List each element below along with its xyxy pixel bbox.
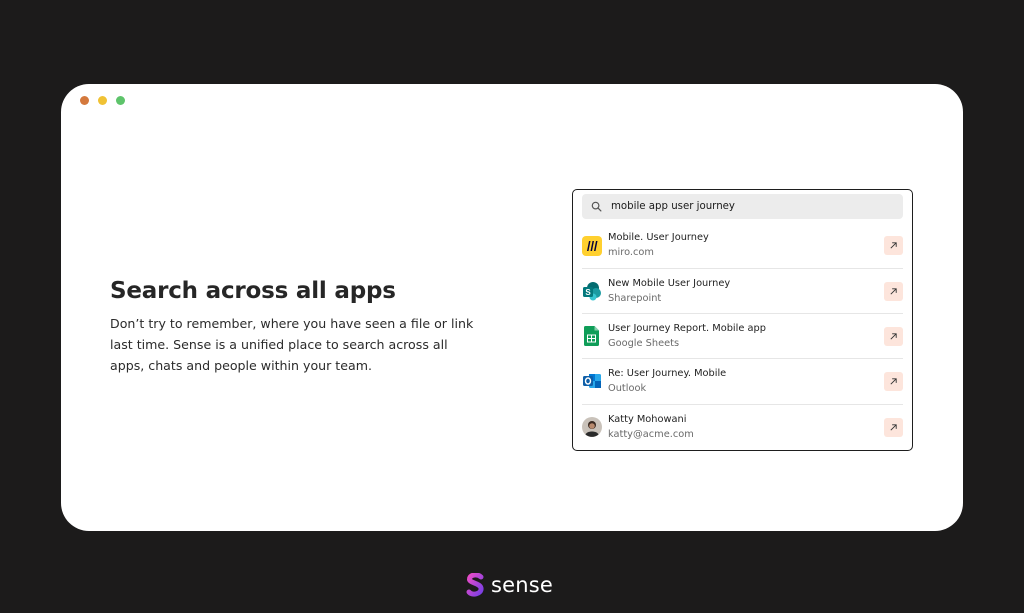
result-item[interactable]: User Journey Report. Mobile app Google S…	[582, 313, 903, 358]
window-controls	[80, 96, 125, 105]
maximize-window-button[interactable]	[116, 96, 125, 105]
search-panel: mobile app user journey Mobile. User Jou…	[572, 189, 913, 451]
result-title: Re: User Journey. Mobile	[608, 367, 727, 379]
arrow-up-right-icon	[890, 242, 897, 249]
hero-section: Search across all apps Don’t try to reme…	[110, 278, 480, 376]
open-result-button[interactable]	[884, 281, 903, 301]
arrow-up-right-icon	[890, 377, 897, 385]
result-item[interactable]: Katty Mohowani katty@acme.com	[582, 404, 903, 449]
result-title: Mobile. User Journey	[608, 232, 709, 243]
search-icon	[591, 201, 602, 212]
brand-name: sense	[491, 573, 554, 597]
arrow-up-right-icon	[890, 423, 897, 431]
minimize-window-button[interactable]	[98, 96, 107, 105]
hero-description: Don’t try to remember, where you have se…	[110, 316, 474, 373]
open-result-button[interactable]	[884, 417, 903, 437]
app-window: Search across all apps Don’t try to reme…	[61, 84, 963, 531]
svg-text:S: S	[585, 288, 591, 297]
arrow-up-right-icon	[890, 287, 897, 295]
result-title: Katty Mohowani	[608, 413, 687, 425]
close-window-button[interactable]	[80, 96, 89, 105]
miro-icon	[582, 235, 602, 256]
open-result-button[interactable]	[884, 326, 903, 346]
result-item[interactable]: Re: User Journey. Mobile Outlook	[582, 358, 903, 403]
result-title: New Mobile User Journey	[608, 277, 731, 289]
arrow-up-right-icon	[890, 332, 897, 340]
result-source: miro.com	[608, 247, 654, 258]
result-item[interactable]: Mobile. User Journey miro.com	[582, 223, 903, 268]
search-input[interactable]: mobile app user journey	[582, 194, 903, 219]
result-item[interactable]: S New Mobile User Journey Sharepoint	[582, 268, 903, 313]
sharepoint-icon: S	[582, 281, 602, 301]
result-source: Outlook	[608, 382, 647, 394]
google-sheets-icon	[582, 326, 602, 346]
search-query: mobile app user journey	[611, 201, 735, 212]
hero-heading: Search across all apps	[110, 278, 396, 304]
open-result-button[interactable]	[884, 371, 903, 391]
result-title: User Journey Report. Mobile app	[608, 322, 766, 334]
sense-logo-icon	[466, 573, 484, 597]
result-source: Google Sheets	[608, 337, 680, 349]
result-source: Sharepoint	[608, 292, 662, 304]
open-result-button[interactable]	[884, 236, 903, 255]
brand-logo: sense	[466, 573, 553, 597]
avatar	[582, 417, 602, 437]
result-email: katty@acme.com	[608, 428, 694, 440]
outlook-icon	[582, 371, 602, 391]
